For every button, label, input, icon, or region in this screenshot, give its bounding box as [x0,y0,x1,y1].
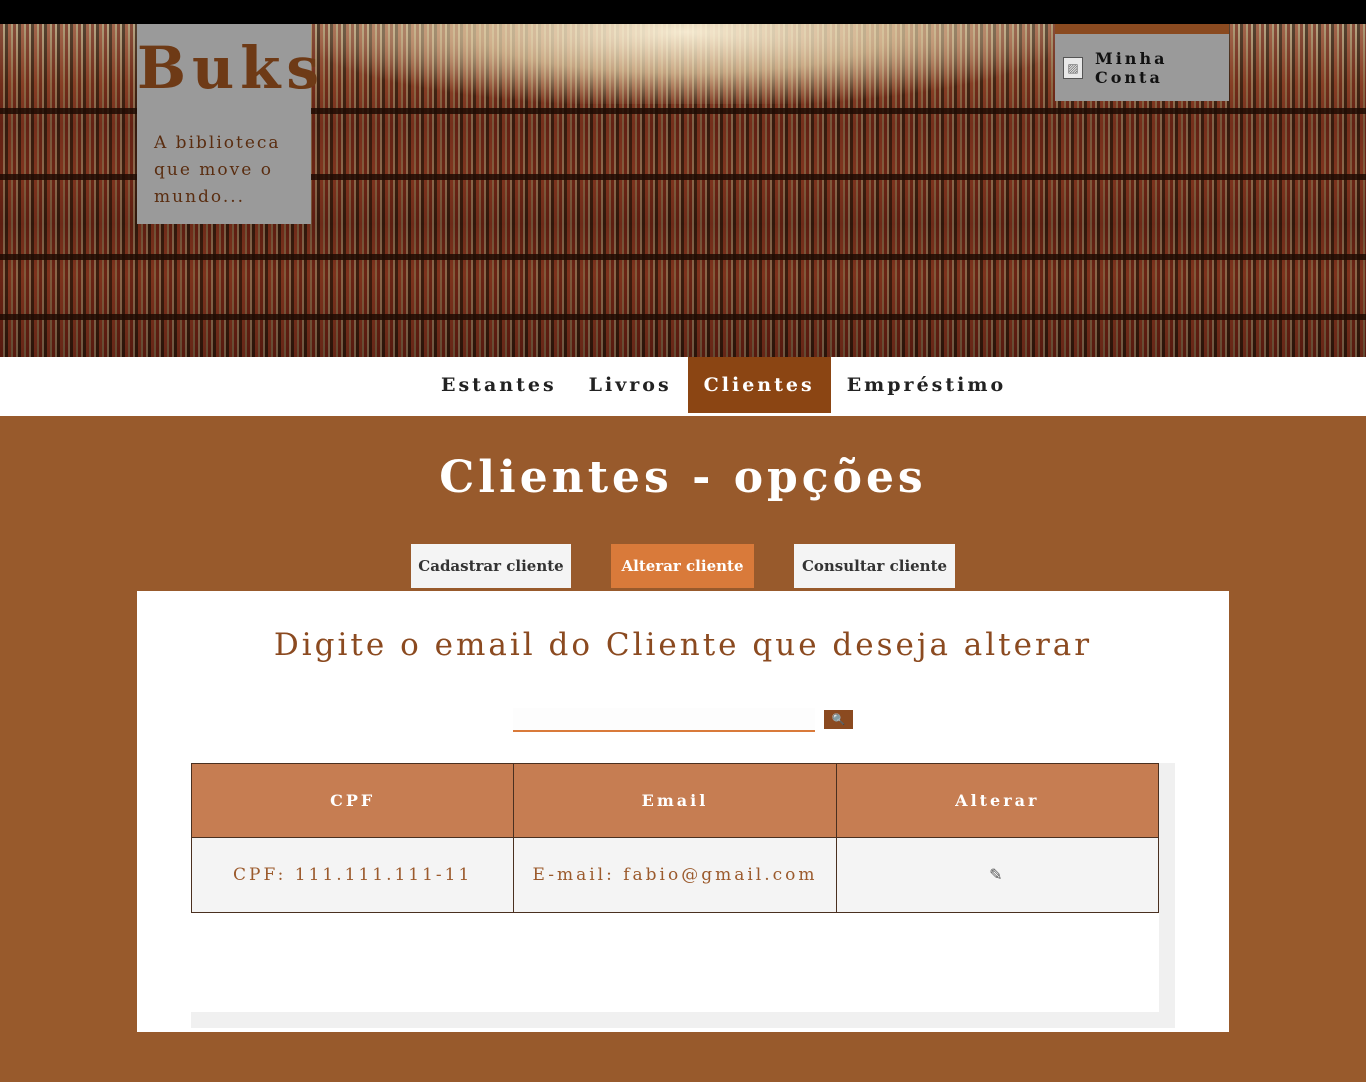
top-black-bar [0,0,1366,24]
column-header-cpf: CPF [190,763,515,838]
main-nav: Estantes Livros Clientes Empréstimo [0,357,1366,416]
card-title: Digite o email do Cliente que deseja alt… [273,627,1093,663]
alterar-cliente-button[interactable]: Alterar cliente [611,544,754,588]
column-header-alterar: Alterar [835,763,1160,838]
my-account-button[interactable]: ▨ Minha Conta [1055,24,1229,101]
my-account-label: Minha Conta [1095,48,1168,87]
nav-item-estantes[interactable]: Estantes [425,357,573,413]
cell-email: E-mail: fabio@gmail.com [513,837,837,913]
table-header-row: CPF Email Alterar [190,763,1160,838]
hero-shelf-band [0,254,1366,260]
results-panel: CPF Email Alterar CPF: 111.111.111-11 E-… [190,763,1160,1012]
nav-item-emprestimo[interactable]: Empréstimo [831,357,1022,413]
pencil-edit-icon[interactable]: ✎ [989,865,1005,884]
email-search-input[interactable] [513,708,815,732]
consultar-cliente-button[interactable]: Consultar cliente [794,544,955,588]
table-row: CPF: 111.111.111-11 E-mail: fabio@gmail.… [190,837,1160,913]
brand-logo-box[interactable]: Buks A biblioteca que move o mundo... [137,24,326,224]
page-title: Clientes - opções [439,452,927,503]
alterar-cliente-card: Digite o email do Cliente que deseja alt… [137,591,1229,1032]
nav-item-livros[interactable]: Livros [573,357,688,413]
cadastrar-cliente-button[interactable]: Cadastrar cliente [411,544,571,588]
search-button[interactable]: 🔍 [824,710,853,729]
results-table: CPF Email Alterar CPF: 111.111.111-11 E-… [190,763,1160,913]
cell-cpf: CPF: 111.111.111-11 [190,837,515,913]
cell-alterar: ✎ [835,837,1160,913]
hero-shelf-band [0,314,1366,320]
results-scroll-area[interactable]: CPF Email Alterar CPF: 111.111.111-11 E-… [190,763,1175,1028]
broken-image-icon: ▨ [1063,56,1084,79]
hero-dome-light [320,24,1050,104]
search-icon: 🔍 [831,713,846,726]
nav-item-clientes[interactable]: Clientes [687,357,831,413]
brand-subtitle: A biblioteca que move o mundo... [154,133,281,207]
main-nav-items: Estantes Livros Clientes Empréstimo [425,357,1022,413]
column-header-email: Email [513,763,837,838]
brand-title: Buks [137,34,326,102]
